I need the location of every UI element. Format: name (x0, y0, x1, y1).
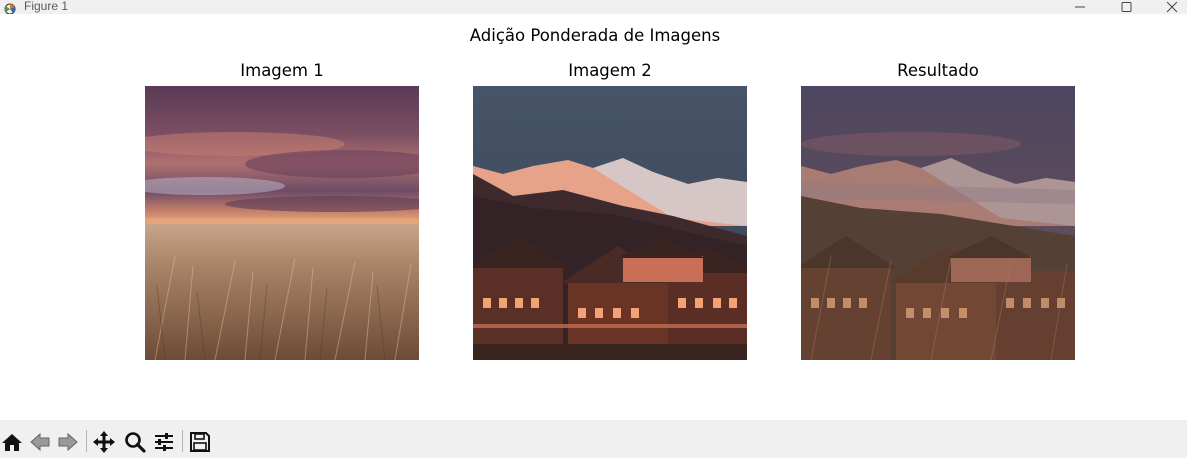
maximize-button[interactable] (1103, 0, 1149, 14)
figure-suptitle: Adição Ponderada de Imagens (469, 26, 721, 45)
wheat-field-sunset-photo (145, 86, 419, 360)
mountain-village-dusk-photo (473, 86, 747, 360)
window-title-bar: Figure 1 (0, 0, 1187, 15)
back-button[interactable] (28, 430, 52, 454)
configure-subplots-icon (155, 433, 173, 451)
minimize-icon (1075, 6, 1085, 8)
close-button[interactable] (1149, 0, 1187, 14)
toolbar-separator (182, 430, 183, 452)
panel-2-title: Imagem 2 (568, 61, 652, 80)
close-icon (1166, 1, 1178, 13)
matplotlib-app-icon (3, 0, 17, 15)
minimize-button[interactable] (1057, 0, 1103, 14)
save-button[interactable] (188, 430, 212, 454)
configure-subplots-button[interactable] (152, 430, 176, 454)
image-2-panel (473, 86, 747, 360)
back-icon (30, 432, 50, 452)
forward-icon (58, 432, 78, 452)
pan-button[interactable] (92, 430, 116, 454)
home-icon (2, 434, 22, 451)
panel-1-title: Imagem 1 (240, 61, 324, 80)
image-1-panel (145, 86, 419, 360)
forward-button[interactable] (56, 430, 80, 454)
figure-canvas[interactable]: Adição Ponderada de Imagens Imagem 1 Ima… (0, 14, 1187, 420)
window-title: Figure 1 (24, 0, 69, 13)
pan-icon (93, 431, 115, 453)
weighted-blend-photo (801, 86, 1075, 360)
result-panel (801, 86, 1075, 360)
zoom-button[interactable] (123, 430, 147, 454)
navigation-toolbar (0, 420, 1187, 458)
maximize-icon (1121, 2, 1132, 12)
panel-3-title: Resultado (897, 61, 979, 80)
home-button[interactable] (0, 430, 24, 454)
save-icon (190, 432, 210, 452)
toolbar-separator (86, 430, 87, 452)
zoom-icon (125, 432, 146, 453)
